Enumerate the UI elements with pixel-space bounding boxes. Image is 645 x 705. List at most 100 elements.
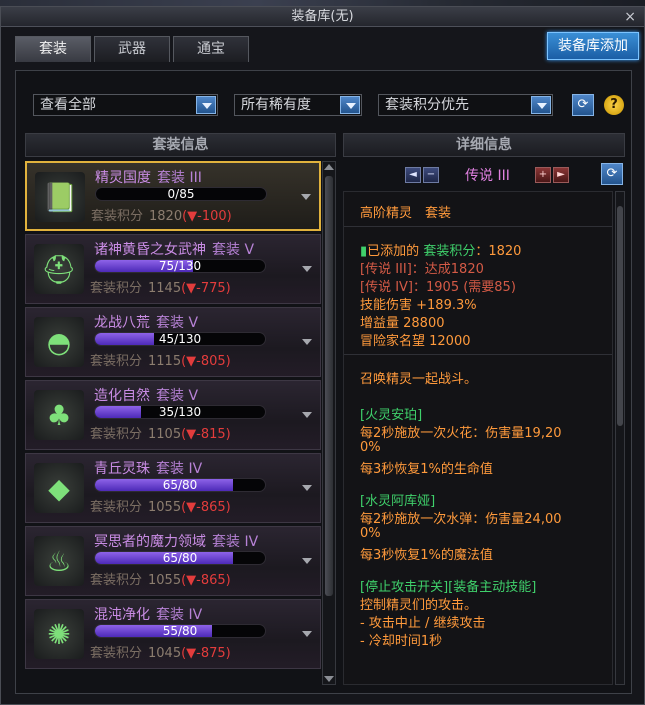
set-score-line: 套装积分 1115(▼-805) [90,350,231,369]
added-score-label: 套装积分 [423,244,476,259]
chevron-down-icon[interactable] [302,339,312,345]
chevron-down-icon[interactable] [302,631,312,637]
refresh-icon[interactable]: ⟳ [601,163,623,185]
score-delta: (▼-815) [181,427,231,442]
set-name-text: 造化自然 [94,388,150,404]
set-list-item[interactable]: ◆ 青丘灵珠 套装 IV 65/80 套装积分 1055(▼-865) [25,453,321,523]
score-label: 套装积分 [90,427,143,442]
chevron-down-icon[interactable] [340,96,360,114]
benefit-amount: 增益量 28800 [360,316,445,331]
set-list-item[interactable]: ♣ 造化自然 套装 V 35/130 套装积分 1105(▼-815) [25,380,321,450]
sort-select[interactable]: 套装积分优先 [378,94,553,116]
add-to-library-button[interactable]: 装备库添加 [547,32,639,60]
divider [344,226,612,227]
set-list-item[interactable]: ⛑ 诸神黄昏之女武神 套装 V 75/130 套装积分 1145(▼-775) [25,234,321,304]
set-tier: 套装 V [156,388,199,404]
skill-damage: 技能伤害 +189.3% [360,298,477,313]
scroll-up-icon[interactable] [324,164,334,170]
score-delta: (▼-865) [181,500,231,515]
fire-spirit-line3: 每3秒恢复1%的生命值 [360,462,493,477]
next-grade-icon[interactable]: ► [553,167,569,183]
set-score-line: 套装积分 1045(▼-875) [90,642,231,661]
progress-text: 65/80 [162,551,198,565]
next-grade-plus-icon[interactable]: + [535,167,551,183]
set-list-scrollbar[interactable] [322,161,336,685]
chevron-down-icon[interactable] [302,266,312,272]
refresh-icon[interactable]: ⟳ [572,94,594,116]
score-label: 套装积分 [90,646,143,661]
set-score-line: 套装积分 1055(▼-865) [90,569,231,588]
score-value: 1055 [148,500,182,515]
detail-info-panel: 详细信息 ◄ − 传说 III + ► ⟳ 高阶精灵 套装 ▮已添加的 套装积分… [343,133,625,685]
set-tier: 套装 V [156,315,199,331]
chevron-down-icon[interactable] [531,96,551,114]
added-score-line: ▮已添加的 套装积分：1820 [360,240,521,259]
set-name: 混沌净化 套装 IV [94,604,202,624]
scroll-thumb[interactable] [617,206,623,426]
spiral-icon: ✺ [34,609,84,659]
tab-sets[interactable]: 套装 [15,36,91,62]
window-title: 装备库(无) [291,9,354,24]
set-name-text: 青丘灵珠 [94,461,150,477]
grade-nav: ◄ − 传说 III + ► ⟳ [343,161,625,189]
set-tier: 套装 IV [212,534,259,550]
tab-weapons[interactable]: 武器 [94,36,170,62]
tab-bar: 套装 武器 通宝 [15,36,249,62]
score-value: 1115 [148,354,182,369]
water-spirit-line1: 每2秒施放一次水弹：伤害量24,00 [360,512,562,527]
chevron-down-icon[interactable] [302,558,312,564]
legend-reached: [传说 III]：达成1820 [360,262,484,277]
set-list-item[interactable]: 📗 精灵国度 套装 III 0/85 套装积分 1820(▼-100) [25,161,321,231]
book-icon: 📗 [35,172,85,222]
chevron-down-icon[interactable] [301,194,311,200]
filter-bar: 查看全部 所有稀有度 套装积分优先 ⟳ ? [16,71,631,127]
helmet-icon: ⛑ [34,244,84,294]
prev-grade-minus-icon[interactable]: − [423,167,439,183]
score-delta: (▼-865) [181,573,231,588]
set-name-text: 混沌净化 [94,607,150,623]
sort-value: 套装积分优先 [385,97,469,113]
water-spirit-line3: 每3秒恢复1%的魔法值 [360,548,493,563]
progress-bar: 45/130 [94,332,266,346]
set-name-text: 诸神黄昏之女武神 [94,242,206,258]
score-label: 套装积分 [91,209,144,224]
set-score-line: 套装积分 1820(▼-100) [91,205,232,224]
score-label: 套装积分 [90,500,143,515]
set-list-item[interactable]: ◓ 龙战八荒 套装 V 45/130 套装积分 1115(▼-805) [25,307,321,377]
detail-scrollbar[interactable] [615,191,625,685]
toggle-attack-title: [停止攻击开关][装备主动技能] [360,580,537,595]
chevron-down-icon[interactable] [302,412,312,418]
set-score-line: 套装积分 1105(▼-815) [90,423,231,442]
set-list-item[interactable]: ♨ 冥思者的魔力领域 套装 IV 65/80 套装积分 1055(▼-865) [25,526,321,596]
set-list-item[interactable]: ✺ 混沌净化 套装 IV 55/80 套装积分 1045(▼-875) [25,599,321,669]
prev-grade-icon[interactable]: ◄ [405,167,421,183]
progress-bar: 0/85 [95,187,267,201]
flame-icon: ♨ [34,536,84,586]
fire-spirit-line1: 每2秒施放一次火花：伤害量19,20 [360,426,562,441]
score-delta: (▼-875) [181,646,231,661]
set-list: 📗 精灵国度 套装 III 0/85 套装积分 1820(▼-100) ⛑ 诸神黄昏之女武神套… [25,161,322,685]
scroll-thumb[interactable] [325,176,333,596]
legend-next: [传说 IV]：1905 (需要85) [360,280,516,295]
progress-bar: 75/130 [94,259,266,273]
water-spirit-title: [水灵阿库娅] [360,494,436,509]
help-icon[interactable]: ? [604,95,624,115]
tab-coins[interactable]: 通宝 [173,36,249,62]
score-value: 1055 [148,573,182,588]
progress-text: 0/85 [167,187,195,201]
view-filter-select[interactable]: 查看全部 [33,94,218,116]
scroll-down-icon[interactable] [324,676,334,682]
close-icon[interactable]: × [624,7,636,27]
chevron-down-icon[interactable] [196,96,216,114]
fire-spirit-line2: 0% [360,440,381,455]
fire-spirit-title: [火灵安珀] [360,408,423,423]
detail-content: 高阶精灵 套装 ▮已添加的 套装积分：1820 [传说 III]：达成1820 … [343,191,613,685]
set-tier: 套装 V [212,242,255,258]
chevron-down-icon[interactable] [302,485,312,491]
rarity-filter-select[interactable]: 所有稀有度 [234,94,362,116]
set-title: 高阶精灵 套装 [360,206,452,221]
score-value: 1145 [148,281,182,296]
toggle-attack-line3: - 冷却时间1秒 [360,634,443,649]
window-titlebar[interactable]: 装备库(无) × [1,7,644,27]
progress-text: 65/80 [162,478,198,492]
